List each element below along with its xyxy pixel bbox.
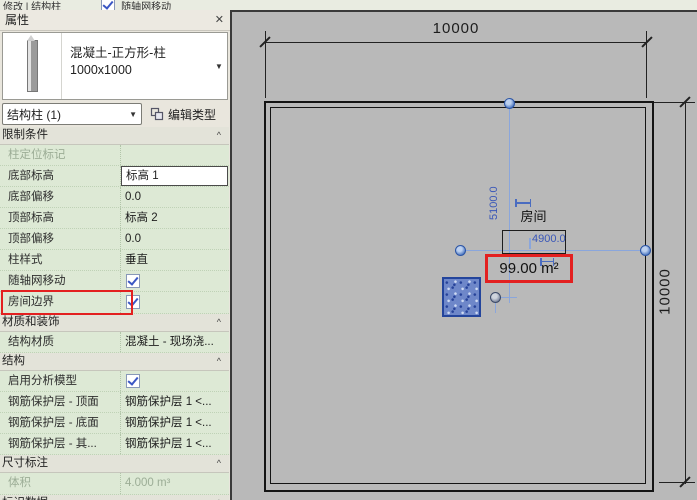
property-row: 结构材质 混凝土 - 现场浇... xyxy=(0,332,229,353)
move-with-grids-property-checkbox[interactable] xyxy=(126,274,140,288)
drag-handle-top[interactable] xyxy=(504,98,515,109)
room-horizontal-dim-value[interactable]: 4900.0 xyxy=(532,233,565,245)
edit-type-button[interactable]: 编辑类型 xyxy=(150,106,216,123)
analytical-model-checkbox[interactable] xyxy=(126,374,140,388)
edit-type-icon xyxy=(150,107,164,121)
properties-title-bar: 属性 ✕ xyxy=(0,10,230,31)
room-bounding-checkbox[interactable] xyxy=(126,295,140,309)
selection-filter-label: 结构柱 (1) xyxy=(7,106,61,123)
property-row: 钢筋保护层 - 其... 钢筋保护层 1 <... xyxy=(0,434,229,455)
property-row: 底部偏移 0.0 xyxy=(0,187,229,208)
type-family: 混凝土-正方形-柱 xyxy=(70,45,207,62)
property-row: 顶部偏移 0.0 xyxy=(0,229,229,250)
property-row: 顶部标高 标高 2 xyxy=(0,208,229,229)
section-header-constraints[interactable]: 限制条件^ xyxy=(0,127,229,145)
edit-type-label: 编辑类型 xyxy=(168,106,216,123)
drawing-canvas[interactable]: 10000 10000 5100.0 房间 4900.0 99.00 m² xyxy=(230,10,697,500)
property-row: 柱定位标记 xyxy=(0,145,229,166)
collapse-icon[interactable]: ^ xyxy=(217,127,221,144)
type-name: 混凝土-正方形-柱 1000x1000 xyxy=(62,33,211,99)
top-dimension-value[interactable]: 10000 xyxy=(426,20,486,37)
property-row: 随轴网移动 xyxy=(0,271,229,292)
property-row: 钢筋保护层 - 顶面 钢筋保护层 1 <... xyxy=(0,392,229,413)
top-dimension-line[interactable] xyxy=(265,42,647,43)
close-icon[interactable]: ✕ xyxy=(215,10,224,30)
dim-end-marker-icon xyxy=(515,202,531,204)
column-3d-icon xyxy=(27,40,38,92)
collapse-icon[interactable]: ^ xyxy=(217,353,221,370)
property-row: 启用分析模型 xyxy=(0,371,229,392)
right-dim-extension-bottom xyxy=(659,482,695,483)
collapse-icon[interactable]: ^ xyxy=(217,455,221,472)
type-size: 1000x1000 xyxy=(70,62,207,79)
right-dimension-value[interactable]: 10000 xyxy=(657,262,674,322)
room-vertical-dim-value[interactable]: 5100.0 xyxy=(488,176,500,220)
collapse-icon[interactable]: ^ xyxy=(217,314,221,331)
properties-title: 属性 xyxy=(5,13,29,27)
drag-handle-right[interactable] xyxy=(640,245,651,256)
column-move-handle[interactable] xyxy=(490,292,501,303)
dim-witness-tick xyxy=(529,238,531,249)
room-tag-label[interactable]: 房间 xyxy=(502,206,565,225)
room-area-value[interactable]: 99.00 m² xyxy=(499,260,558,277)
room-area-highlight-box: 99.00 m² xyxy=(485,254,573,283)
chevron-down-icon: ▼ xyxy=(129,110,137,119)
collapse-icon[interactable]: ^ xyxy=(217,495,221,500)
selected-value-cell[interactable]: 标高 1 xyxy=(121,166,228,186)
property-row: 底部标高 标高 1 xyxy=(0,166,229,187)
selection-row: 结构柱 (1) ▼ 编辑类型 xyxy=(2,102,228,126)
right-dim-extension-top xyxy=(654,102,695,103)
structural-column[interactable] xyxy=(442,277,481,317)
property-grid: 限制条件^ 柱定位标记 底部标高 标高 1 底部偏移 0.0 顶部标高 标高 2… xyxy=(0,127,229,500)
handle-crosshair-h xyxy=(499,297,517,298)
section-header-structural[interactable]: 结构^ xyxy=(0,353,229,371)
section-header-dimensions[interactable]: 尺寸标注^ xyxy=(0,455,229,473)
property-row: 体积 4.000 m³ xyxy=(0,473,229,495)
type-preview-image xyxy=(3,33,62,99)
selection-filter-dropdown[interactable]: 结构柱 (1) ▼ xyxy=(2,103,142,125)
section-header-materials[interactable]: 材质和装饰^ xyxy=(0,314,229,332)
drag-handle-left[interactable] xyxy=(455,245,466,256)
property-row-room-bounding: 房间边界 xyxy=(0,292,229,314)
type-selector[interactable]: 混凝土-正方形-柱 1000x1000 ▼ xyxy=(2,32,228,100)
properties-panel: 属性 ✕ 混凝土-正方形-柱 1000x1000 ▼ 结构柱 (1) ▼ 编辑类… xyxy=(0,10,231,500)
section-header-identity[interactable]: 标识数据^ xyxy=(0,495,229,500)
chevron-down-icon[interactable]: ▼ xyxy=(211,33,227,99)
right-dimension-line[interactable] xyxy=(685,102,686,484)
property-row: 柱样式 垂直 xyxy=(0,250,229,271)
property-row: 钢筋保护层 - 底面 钢筋保护层 1 <... xyxy=(0,413,229,434)
